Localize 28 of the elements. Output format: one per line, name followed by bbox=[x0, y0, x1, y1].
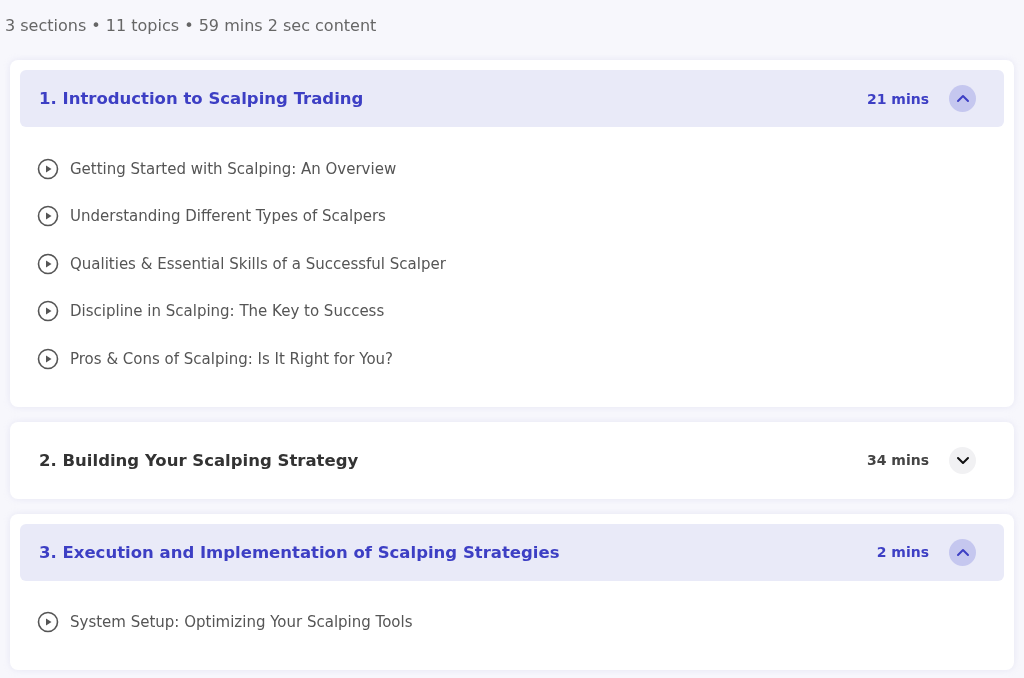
play-icon bbox=[37, 611, 59, 634]
topic-title[interactable]: Discipline in Scalping: The Key to Success bbox=[70, 302, 385, 321]
toggle-button[interactable] bbox=[949, 446, 976, 474]
play-icon bbox=[37, 300, 59, 323]
topic-title[interactable]: Pros & Cons of Scalping: Is It Right for You? bbox=[70, 349, 394, 368]
play-icon bbox=[37, 157, 59, 180]
toggle-button[interactable] bbox=[949, 85, 976, 112]
section-title: 1. Introduction to Scalping Trading bbox=[39, 89, 365, 108]
play-icon bbox=[37, 347, 59, 370]
section-title: 3. Execution and Implementation of Scalping Strategies bbox=[39, 542, 561, 562]
section-duration: 21 mins bbox=[866, 90, 929, 107]
topic-title[interactable]: Understanding Different Types of Scalpers bbox=[70, 207, 386, 226]
chevron-up-icon bbox=[955, 547, 970, 557]
section-duration: 2 mins bbox=[876, 544, 929, 560]
chevron-down-icon bbox=[955, 455, 970, 465]
section-header[interactable]: 1. Introduction to Scalping Trading 21 mins bbox=[20, 70, 1004, 127]
topic-title[interactable]: Qualities & Essential Skills of a Successful Scalper bbox=[70, 254, 446, 273]
play-icon bbox=[37, 205, 59, 228]
section-header[interactable]: 3. Execution and Implementation of Scalping Strategies 2 mins bbox=[20, 523, 1004, 581]
section-title: 2. Building Your Scalping Strategy bbox=[39, 450, 360, 470]
chevron-up-icon bbox=[955, 94, 970, 103]
play-icon bbox=[37, 252, 59, 275]
toggle-button[interactable] bbox=[949, 538, 976, 566]
topic-title[interactable]: System Setup: Optimizing Your Scalping Tools bbox=[70, 613, 413, 632]
section-duration: 34 mins bbox=[866, 452, 929, 468]
course-summary: 3 sections • 11 topics • 59 mins 2 sec content bbox=[5, 16, 378, 36]
section-header[interactable]: 2. Building Your Scalping Strategy 34 mins bbox=[20, 431, 1004, 489]
topic-title[interactable]: Getting Started with Scalping: An Overview bbox=[70, 159, 397, 178]
